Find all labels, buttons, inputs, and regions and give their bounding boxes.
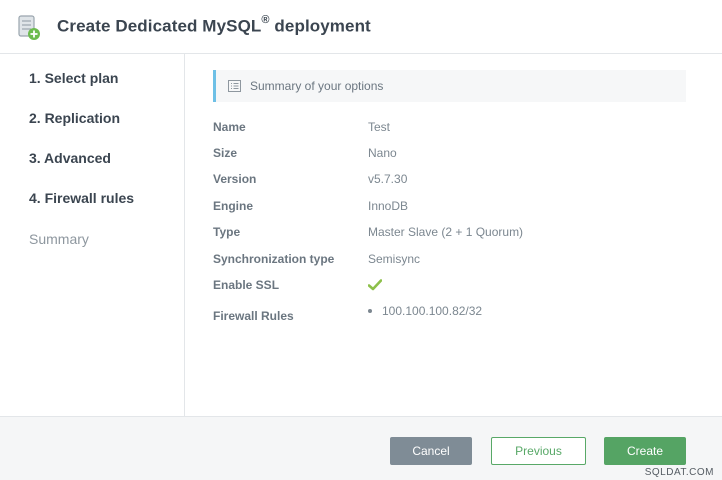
value-version: v5.7.30 <box>368 172 408 186</box>
label-version: Version <box>213 172 257 186</box>
value-type: Master Slave (2 + 1 Quorum) <box>368 225 524 239</box>
wizard-steps-sidebar: 1. Select plan 2. Replication 3. Advance… <box>0 54 185 416</box>
bullet-icon <box>368 309 372 313</box>
dialog-footer: Cancel Previous Create SQLDAT.COM <box>0 416 722 480</box>
label-name: Name <box>213 120 246 134</box>
watermark: SQLDAT.COM <box>644 467 714 478</box>
label-sync-type: Synchronization type <box>213 252 335 266</box>
summary-panel: Summary of your options Name Test Size N… <box>186 54 722 416</box>
step-select-plan[interactable]: 1. Select plan <box>29 70 118 86</box>
create-button[interactable]: Create <box>604 437 686 465</box>
step-firewall-rules[interactable]: 4. Firewall rules <box>29 190 134 206</box>
dialog-header: Create Dedicated MySQL® deployment <box>0 0 722 54</box>
database-add-icon <box>18 15 40 40</box>
value-engine: InnoDB <box>368 199 409 213</box>
firewall-rule-item: 100.100.100.82/32 <box>368 304 482 318</box>
value-size: Nano <box>368 146 397 160</box>
label-firewall-rules: Firewall Rules <box>213 309 294 323</box>
label-enable-ssl: Enable SSL <box>213 278 280 292</box>
summary-heading-bar: Summary of your options <box>213 70 686 102</box>
value-name: Test <box>368 120 391 134</box>
dialog-title: Create Dedicated MySQL® deployment <box>57 14 371 36</box>
summary-heading-text: Summary of your options <box>250 79 384 93</box>
previous-button[interactable]: Previous <box>491 437 586 465</box>
step-summary[interactable]: Summary <box>29 231 89 247</box>
checkmark-icon <box>368 279 382 291</box>
label-engine: Engine <box>213 199 254 213</box>
step-advanced[interactable]: 3. Advanced <box>29 150 111 166</box>
cancel-button[interactable]: Cancel <box>390 437 472 465</box>
step-replication[interactable]: 2. Replication <box>29 110 120 126</box>
label-type: Type <box>213 225 241 239</box>
firewall-rule-ip: 100.100.100.82/32 <box>382 304 483 318</box>
value-sync-type: Semisync <box>368 252 421 266</box>
list-icon <box>228 80 241 92</box>
label-size: Size <box>213 146 238 160</box>
